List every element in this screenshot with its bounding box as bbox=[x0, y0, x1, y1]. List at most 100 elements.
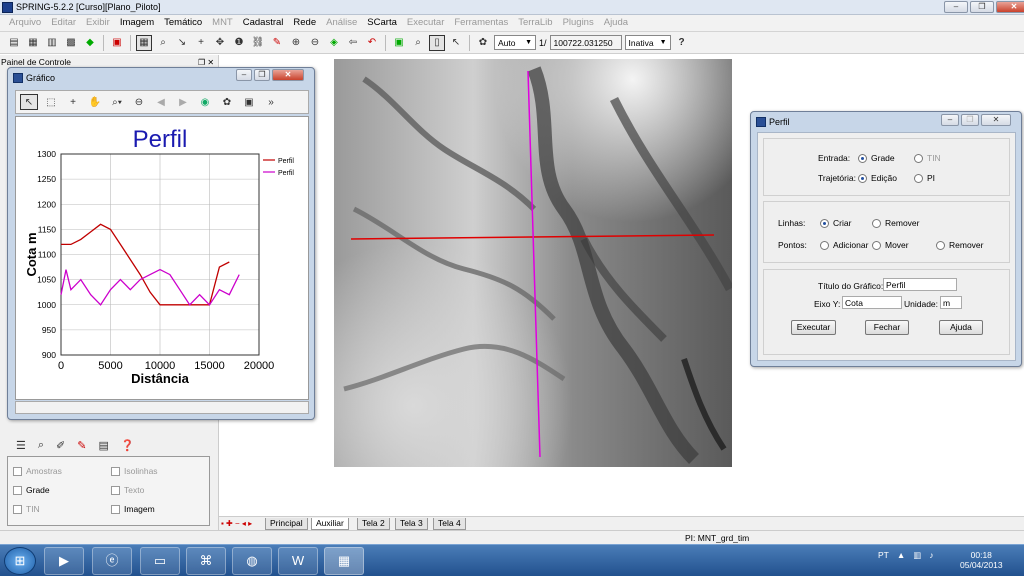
zoom-icon[interactable]: ⌕ bbox=[155, 35, 171, 51]
eraser-icon[interactable]: ◆ bbox=[82, 35, 98, 51]
layer-amostras[interactable]: Amostras bbox=[13, 466, 62, 476]
eixoy-input[interactable]: Cota bbox=[842, 296, 902, 309]
palette-icon[interactable]: ✿ bbox=[475, 35, 491, 51]
globe-icon[interactable]: ◉ bbox=[196, 94, 214, 110]
restore-button[interactable]: ❐ bbox=[254, 69, 270, 81]
category-icon[interactable]: ▥ bbox=[44, 35, 60, 51]
radio[interactable] bbox=[872, 218, 881, 228]
menu-terralib[interactable]: TerraLib bbox=[513, 15, 557, 31]
back-arrow-icon[interactable]: ◀ bbox=[152, 94, 170, 110]
layer-icon[interactable]: ▣ bbox=[391, 35, 407, 51]
network-icon[interactable]: ▥ bbox=[913, 550, 921, 561]
cross-icon[interactable]: + bbox=[193, 35, 209, 51]
volume-icon[interactable]: ♪ bbox=[929, 550, 933, 561]
edit-pointer-icon[interactable]: ⬚ bbox=[42, 94, 60, 110]
menu-ajuda[interactable]: Ajuda bbox=[599, 15, 633, 31]
entrada-grade-radio[interactable]: Grade bbox=[858, 153, 895, 163]
entrada-tin-radio[interactable]: TIN bbox=[914, 153, 941, 163]
radio[interactable] bbox=[820, 240, 829, 250]
undo-icon[interactable]: ↶ bbox=[364, 35, 380, 51]
pencil-icon[interactable]: ✎ bbox=[77, 439, 86, 452]
crosshair-icon[interactable]: + bbox=[64, 94, 82, 110]
palette-icon[interactable]: ✿ bbox=[218, 94, 236, 110]
zoom-out-icon[interactable]: ⊖ bbox=[307, 35, 323, 51]
screen-icon[interactable]: ▣ bbox=[109, 35, 125, 51]
file-explorer-icon[interactable]: ▭ bbox=[140, 547, 180, 575]
panel-close-icon[interactable]: ❐ ✕ bbox=[198, 58, 214, 67]
linhas-criar-radio[interactable]: Criar bbox=[820, 218, 851, 228]
internet-explorer-icon[interactable]: ⓔ bbox=[92, 547, 132, 575]
tab-auxiliar[interactable]: Auxiliar bbox=[311, 518, 349, 530]
radio[interactable] bbox=[936, 240, 945, 250]
pontos-remover-radio[interactable]: Remover bbox=[936, 240, 983, 250]
select-icon[interactable]: ↘ bbox=[174, 35, 190, 51]
executar-button[interactable]: Executar bbox=[791, 320, 836, 335]
scale-field[interactable]: 100722.031250 bbox=[549, 35, 622, 50]
start-button[interactable]: ⊞ bbox=[4, 547, 36, 575]
ajuda-button[interactable]: Ajuda bbox=[939, 320, 983, 335]
menu-tematico[interactable]: Temático bbox=[159, 15, 207, 31]
linhas-remover-radio[interactable]: Remover bbox=[872, 218, 919, 228]
trajetoria-pi-radio[interactable]: PI bbox=[914, 173, 935, 183]
save-icon[interactable]: ▣ bbox=[240, 94, 258, 110]
tab-nav-icons[interactable]: ▪ ✚ − ◂ ▸ bbox=[221, 519, 252, 528]
info-tool-icon[interactable]: ▦ bbox=[136, 34, 152, 51]
pontos-mover-radio[interactable]: Mover bbox=[872, 240, 909, 250]
tab-tela-3[interactable]: Tela 3 bbox=[395, 518, 428, 530]
state-select[interactable]: Inativa ▼ bbox=[624, 35, 671, 50]
menu-arquivo[interactable]: Arquivo bbox=[4, 15, 46, 31]
checkbox[interactable] bbox=[111, 504, 120, 514]
minimize-button[interactable]: – bbox=[236, 69, 252, 81]
menu-editar[interactable]: Editar bbox=[46, 15, 81, 31]
search-icon[interactable]: ⌕ bbox=[38, 439, 44, 452]
menu-ferramentas[interactable]: Ferramentas bbox=[449, 15, 513, 31]
minimize-button[interactable]: – bbox=[941, 114, 959, 126]
menu-cadastral[interactable]: Cadastral bbox=[238, 15, 289, 31]
radio-selected[interactable] bbox=[858, 173, 867, 183]
restore-button[interactable]: ❐ bbox=[961, 114, 979, 126]
radio-selected[interactable] bbox=[820, 218, 829, 228]
trajetoria-edicao-radio[interactable]: Edição bbox=[858, 173, 897, 183]
pointer-icon[interactable]: ↖ bbox=[20, 94, 38, 110]
more-icon[interactable]: » bbox=[262, 94, 280, 110]
firefox-icon[interactable]: ◍ bbox=[232, 547, 272, 575]
pencil-icon[interactable]: ✎ bbox=[269, 35, 285, 51]
checkbox[interactable] bbox=[13, 485, 22, 495]
database-icon[interactable]: ▤ bbox=[6, 35, 22, 51]
menu-scarta[interactable]: SCarta bbox=[362, 15, 402, 31]
tab-tela-2[interactable]: Tela 2 bbox=[357, 518, 390, 530]
acrobat-icon[interactable]: ⌘ bbox=[186, 547, 226, 575]
word-icon[interactable]: W bbox=[278, 547, 318, 575]
grid-icon[interactable]: ▩ bbox=[63, 35, 79, 51]
hand-icon[interactable]: ✋ bbox=[86, 94, 104, 110]
zoom-in-icon[interactable]: ⊕ bbox=[288, 35, 304, 51]
unidade-input[interactable]: m bbox=[940, 296, 962, 309]
close-button[interactable]: ✕ bbox=[272, 69, 304, 81]
zoom-area-icon[interactable]: ◈ bbox=[326, 35, 342, 51]
dem-image[interactable] bbox=[334, 59, 732, 467]
titulo-input[interactable]: Perfil bbox=[883, 278, 957, 291]
pontos-adicionar-radio[interactable]: Adicionar bbox=[820, 240, 868, 250]
cursor-arrow-icon[interactable]: ↖ bbox=[448, 35, 464, 51]
link-icon[interactable]: ⛓ bbox=[250, 35, 266, 51]
language-indicator[interactable]: PT bbox=[878, 550, 889, 561]
close-button[interactable]: ✕ bbox=[981, 114, 1011, 126]
fechar-button[interactable]: Fechar bbox=[865, 320, 909, 335]
layer-texto[interactable]: Texto bbox=[111, 485, 144, 495]
tab-tela-4[interactable]: Tela 4 bbox=[433, 518, 466, 530]
media-player-icon[interactable]: ▶ bbox=[44, 547, 84, 575]
back-icon[interactable]: ⇦ bbox=[345, 35, 361, 51]
forward-arrow-icon[interactable]: ▶ bbox=[174, 94, 192, 110]
checkbox[interactable] bbox=[111, 466, 120, 476]
zoom-mode-select[interactable]: Auto ▼ bbox=[494, 35, 536, 50]
radio[interactable] bbox=[914, 173, 923, 183]
menu-rede[interactable]: Rede bbox=[288, 15, 321, 31]
zoom-options-icon[interactable]: ⌕ bbox=[410, 35, 426, 51]
minimize-button[interactable]: – bbox=[944, 1, 968, 13]
clock[interactable]: 00:18 05/04/2013 bbox=[960, 550, 1003, 570]
checkbox[interactable] bbox=[111, 485, 120, 495]
layer-grade[interactable]: Grade bbox=[13, 485, 50, 495]
menu-mnt[interactable]: MNT bbox=[207, 15, 238, 31]
list-icon[interactable]: ☰ bbox=[16, 439, 26, 452]
checkbox[interactable] bbox=[13, 466, 22, 476]
